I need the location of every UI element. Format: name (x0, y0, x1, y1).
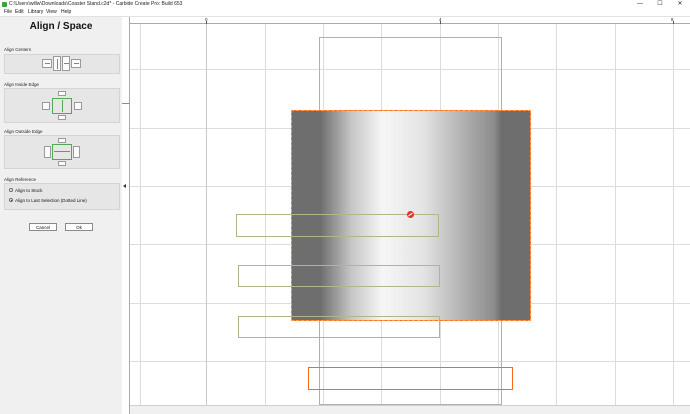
align-inside-group (4, 88, 120, 123)
align-to-last-selection-label: Align to Last Selection (Dotted Line) (15, 198, 87, 203)
title-bar: C:\Users\willw\Downloads\Coaster Stand.c… (0, 0, 690, 9)
radio-icon[interactable] (9, 188, 13, 192)
align-centers-label: Align Centers (4, 47, 32, 52)
grid-line (140, 24, 141, 405)
align-outside-top-button[interactable] (58, 138, 66, 143)
align-outside-bottom-button[interactable] (58, 161, 66, 166)
align-outside-label: Align Outside Edge (4, 129, 43, 134)
close-button[interactable]: ✕ (670, 0, 690, 9)
align-inside-right-button[interactable] (74, 102, 82, 110)
panel-title: Align / Space (29, 21, 93, 32)
center-line-icon (62, 100, 63, 112)
rectangle-vector[interactable] (238, 316, 440, 338)
align-space-panel: Align / Space Align Centers Align Inside… (0, 17, 123, 414)
align-to-stock-label: Align to Stock (15, 188, 43, 193)
outside-edge-icon (52, 144, 72, 160)
arrow-right-icon (74, 63, 79, 64)
align-outside-group (4, 135, 120, 169)
selected-rectangle-vector[interactable] (308, 367, 513, 390)
ok-button[interactable]: Ok (65, 223, 93, 231)
menu-edit[interactable]: Edit (15, 9, 24, 16)
horizontal-scrollbar[interactable] (130, 405, 690, 414)
minimize-button[interactable]: — (630, 0, 650, 9)
align-inside-left-button[interactable] (42, 102, 50, 110)
align-center-middle-button[interactable] (53, 56, 61, 71)
align-center-right-button[interactable] (71, 59, 81, 68)
menu-library[interactable]: Library (28, 9, 43, 16)
align-inside-top-button[interactable] (58, 91, 66, 96)
align-center-vertical-button[interactable] (62, 56, 70, 71)
arrow-left-icon (45, 63, 50, 64)
center-line-icon (57, 59, 58, 69)
maximize-button[interactable]: ☐ (650, 0, 670, 9)
center-marker-icon (407, 211, 414, 218)
align-outside-left-button[interactable] (44, 146, 51, 158)
align-center-left-button[interactable] (42, 59, 52, 68)
align-inside-label: Align Inside Edge (4, 82, 40, 87)
radio-selected-icon[interactable] (9, 198, 13, 202)
window-title: C:\Users\willw\Downloads\Coaster Stand.c… (9, 1, 183, 7)
ruler-pointer-icon (123, 184, 126, 188)
center-line-icon (64, 63, 69, 64)
align-inside-bottom-button[interactable] (58, 115, 66, 120)
menu-view[interactable]: View (46, 9, 57, 16)
design-canvas[interactable] (130, 24, 690, 405)
menu-bar: File Edit Library View Help (0, 9, 690, 17)
center-line-icon (54, 151, 70, 152)
rectangle-vector[interactable] (238, 265, 440, 287)
align-reference-group: Align to Stock Align to Last Selection (… (4, 183, 120, 210)
menu-file[interactable]: File (4, 9, 12, 16)
vertical-ruler (122, 17, 130, 414)
app-icon (2, 2, 7, 7)
cancel-button[interactable]: Cancel (29, 223, 57, 231)
align-outside-right-button[interactable] (73, 146, 80, 158)
ruler-selection-marker (122, 103, 130, 104)
center-marker-slash (408, 212, 413, 217)
horizontal-ruler: 0 4 8 (130, 17, 690, 24)
align-centers-group (4, 54, 120, 74)
menu-help[interactable]: Help (61, 9, 71, 16)
align-reference-label: Align Reference (4, 177, 37, 182)
